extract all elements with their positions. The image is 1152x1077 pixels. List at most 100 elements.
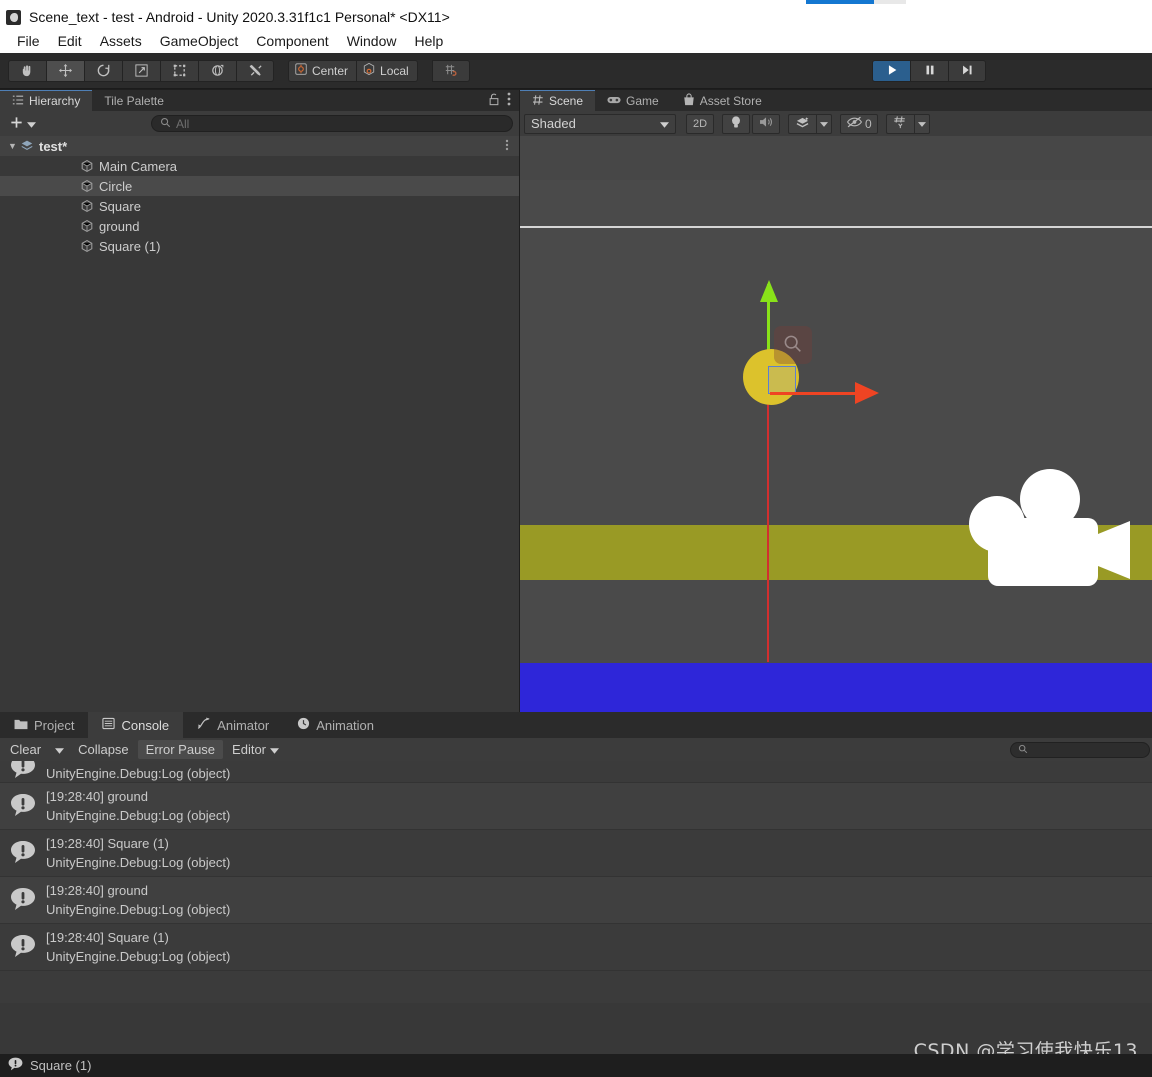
custom-editor-tool-button[interactable] [236,59,274,82]
tab-game[interactable]: Game [595,90,671,111]
hierarchy-item-scene[interactable]: ▼ test* [0,136,519,156]
fx-dropdown-button[interactable] [816,113,832,134]
chevron-down-icon [820,118,828,130]
camera-gizmo[interactable] [955,466,1145,601]
move-tool-button[interactable] [46,59,84,82]
error-pause-button[interactable]: Error Pause [137,740,224,759]
log-message: [19:28:40] Square (1) [46,836,169,851]
hierarchy-search-input[interactable]: All [151,115,513,132]
log-entry[interactable]: [19:28:40] Square (1) UnityEngine.Debug:… [0,924,1152,971]
clear-dropdown-button[interactable] [50,740,69,759]
rotate-tool-button[interactable] [84,59,122,82]
menu-gameobject[interactable]: GameObject [151,31,248,51]
effects-icon [795,116,810,132]
snap-group [431,59,470,82]
play-button[interactable] [872,60,910,82]
magnifier-gizmo[interactable] [774,326,812,364]
kebab-menu-icon[interactable] [507,92,511,109]
tab-tile-palette[interactable]: Tile Palette [92,90,176,111]
gameobject-icon [80,219,94,233]
hierarchy-item-square-1[interactable]: Square (1) [0,236,519,256]
menu-help[interactable]: Help [405,31,452,51]
plus-icon [9,115,24,133]
tab-hierarchy[interactable]: Hierarchy [0,90,93,111]
chevron-down-icon [55,742,65,757]
tab-scene[interactable]: Scene [520,90,596,111]
log-message: [19:28:40] ground [46,789,148,804]
menu-component[interactable]: Component [247,31,337,51]
log-text: [19:28:40] Square (1) UnityEngine.Debug:… [46,835,230,871]
scale-tool-button[interactable] [122,59,160,82]
hierarchy-item-label: Circle [99,178,133,194]
draw-mode-dropdown[interactable]: Shaded [524,113,676,134]
grid-axis-button[interactable] [885,113,914,134]
xy-plane-handle[interactable] [768,366,796,394]
log-entry[interactable]: UnityEngine.Debug:Log (object) [0,761,1152,783]
tab-project-label: Project [34,717,75,733]
transform-icon [210,63,225,78]
editor-dropdown-button[interactable]: Editor [224,740,287,759]
play-icon [885,63,899,80]
create-gameobject-button[interactable] [6,115,39,133]
menu-window[interactable]: Window [338,31,406,51]
menu-file[interactable]: File [8,31,49,51]
console-log-list[interactable]: UnityEngine.Debug:Log (object) [19:28:40… [0,761,1152,1003]
pivot-mode-button[interactable]: Center [288,59,357,82]
square-object[interactable] [520,663,1152,712]
fx-toggle-button[interactable] [788,113,816,134]
tab-project[interactable]: Project [0,712,88,738]
hierarchy-item-label: Square [99,198,141,214]
collapse-button[interactable]: Collapse [70,740,137,759]
log-entry[interactable]: [19:28:40] Square (1) UnityEngine.Debug:… [0,830,1152,877]
grid-icon [532,94,544,109]
pause-button[interactable] [910,60,948,82]
handle-rotation-button[interactable]: Local [356,59,418,82]
toggle-2d-label: 2D [692,117,708,130]
hand-tool-button[interactable] [8,59,46,82]
log-entry[interactable]: [19:28:40] ground UnityEngine.Debug:Log … [0,877,1152,924]
grid-snap-button[interactable] [431,59,470,82]
tab-scene-label: Scene [549,94,584,108]
tab-console[interactable]: Console [88,712,184,738]
scene-kebab-menu-icon[interactable] [505,139,509,154]
top-strip-active-segment [806,0,874,4]
tab-asset-store[interactable]: Asset Store [670,90,774,111]
tab-animation[interactable]: Animation [283,712,388,738]
axis-y-arrow[interactable] [760,280,778,302]
toggle-2d-button[interactable]: 2D [686,113,714,134]
grid-dropdown-button[interactable] [913,113,930,134]
lighting-toggle-button[interactable] [722,113,750,134]
log-entry[interactable]: [19:28:40] ground UnityEngine.Debug:Log … [0,783,1152,830]
axis-x-arrow[interactable] [855,382,879,404]
console-search-input[interactable] [1010,741,1150,758]
log-trace: UnityEngine.Debug:Log (object) [46,902,231,917]
hierarchy-item-label: Square (1) [99,238,161,254]
clear-button[interactable]: Clear [2,740,49,759]
hierarchy-item-ground[interactable]: ground [0,216,519,236]
pivot-mode-label: Center [312,63,349,78]
hierarchy-item-square[interactable]: Square [0,196,519,216]
wrench-screwdriver-icon [248,63,263,78]
bottom-dock: Project Console Animator Animation Clear [0,712,1152,1054]
menu-edit[interactable]: Edit [49,31,91,51]
bottom-tabbar: Project Console Animator Animation [0,712,1152,738]
scene-visibility-button[interactable]: 0 [840,113,878,134]
audio-toggle-button[interactable] [752,113,780,134]
expand-triangle-icon[interactable]: ▼ [8,141,20,151]
status-bar[interactable]: Square (1) [0,1054,1152,1077]
rect-tool-button[interactable] [160,59,198,82]
transform-tool-button[interactable] [198,59,236,82]
hierarchy-item-circle[interactable]: Circle [0,176,519,196]
step-button[interactable] [948,60,986,82]
camera-frustum-line [520,226,1152,228]
scene-viewport[interactable] [520,136,1152,712]
menu-assets[interactable]: Assets [91,31,151,51]
top-strip-inactive-segment [874,0,906,4]
lock-icon[interactable] [488,93,500,109]
playback-controls [872,60,986,82]
hidden-eye-icon [846,116,863,131]
grid-snap-icon [443,63,458,78]
center-pivot-icon [294,62,308,79]
tab-animator[interactable]: Animator [183,712,283,738]
hierarchy-item-main-camera[interactable]: Main Camera [0,156,519,176]
